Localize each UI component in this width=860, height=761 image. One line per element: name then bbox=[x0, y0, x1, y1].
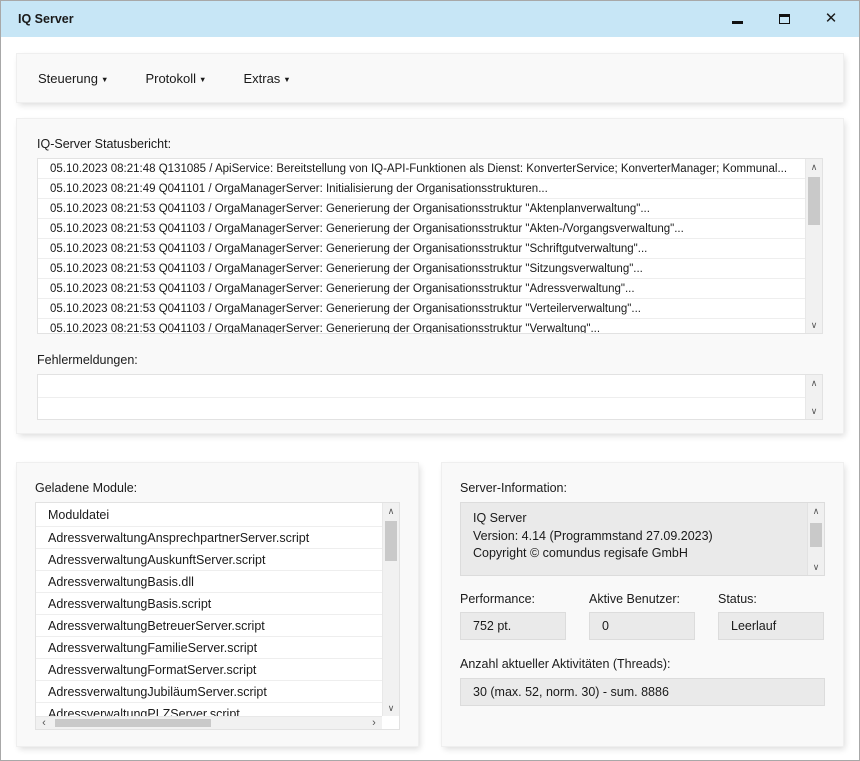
active-users-field: Aktive Benutzer: 0 bbox=[589, 592, 695, 640]
errors-list[interactable]: ∧ ∨ bbox=[37, 374, 823, 420]
status-field: Status: Leerlauf bbox=[718, 592, 824, 640]
scroll-down-icon[interactable]: ∨ bbox=[808, 559, 824, 575]
maximize-icon bbox=[779, 14, 790, 24]
scrollbar-thumb[interactable] bbox=[55, 719, 211, 727]
minimize-icon bbox=[732, 21, 743, 24]
errors-vertical-scrollbar[interactable]: ∧ ∨ bbox=[805, 375, 822, 419]
module-row[interactable]: AdressverwaltungFamilieServer.script bbox=[36, 637, 382, 659]
title-bar[interactable]: IQ Server ✕ bbox=[1, 1, 859, 37]
status-report-panel: IQ-Server Statusbericht: 05.10.2023 08:2… bbox=[17, 119, 843, 433]
errors-label: Fehlermeldungen: bbox=[37, 353, 823, 367]
window-title: IQ Server bbox=[18, 12, 74, 26]
active-users-label: Aktive Benutzer: bbox=[589, 592, 695, 606]
menu-protokoll-label: Protokoll bbox=[145, 71, 196, 86]
status-log-row[interactable]: 05.10.2023 08:21:53 Q041103 / OrgaManage… bbox=[38, 259, 805, 279]
module-row[interactable]: AdressverwaltungBetreuerServer.script bbox=[36, 615, 382, 637]
bottom-section: Geladene Module: Moduldatei Adressverwal… bbox=[17, 463, 843, 746]
threads-value: 30 (max. 52, norm. 30) - sum. 8886 bbox=[460, 678, 825, 706]
modules-list-rows: Moduldatei AdressverwaltungAnsprechpartn… bbox=[36, 503, 399, 718]
server-metrics-row: Performance: 752 pt. Aktive Benutzer: 0 … bbox=[460, 592, 825, 640]
module-row[interactable]: AdressverwaltungJubiläumServer.script bbox=[36, 681, 382, 703]
scrollbar-thumb[interactable] bbox=[808, 177, 820, 225]
close-button[interactable]: ✕ bbox=[824, 12, 838, 26]
close-icon: ✕ bbox=[825, 12, 838, 26]
threads-label: Anzahl aktueller Aktivitäten (Threads): bbox=[460, 657, 825, 671]
active-users-value: 0 bbox=[589, 612, 695, 640]
modules-panel: Geladene Module: Moduldatei Adressverwal… bbox=[17, 463, 418, 746]
performance-field: Performance: 752 pt. bbox=[460, 592, 566, 640]
server-info-line: Version: 4.14 (Programmstand 27.09.2023) bbox=[473, 528, 795, 546]
status-log-row[interactable]: 05.10.2023 08:21:53 Q041103 / OrgaManage… bbox=[38, 239, 805, 259]
module-row[interactable]: AdressverwaltungAnsprechpartnerServer.sc… bbox=[36, 527, 382, 549]
modules-horizontal-scrollbar[interactable]: ‹ › bbox=[36, 716, 382, 729]
scroll-down-icon[interactable]: ∨ bbox=[806, 317, 822, 333]
server-info-box[interactable]: IQ Server Version: 4.14 (Programmstand 2… bbox=[460, 502, 825, 576]
status-log-row[interactable]: 05.10.2023 08:21:53 Q041103 / OrgaManage… bbox=[38, 299, 805, 319]
window-controls: ✕ bbox=[730, 12, 842, 26]
status-log-row[interactable]: 05.10.2023 08:21:48 Q131085 / ApiService… bbox=[38, 159, 805, 179]
status-report-label: IQ-Server Statusbericht: bbox=[37, 137, 823, 151]
scroll-up-icon[interactable]: ∧ bbox=[808, 503, 824, 519]
performance-value: 752 pt. bbox=[460, 612, 566, 640]
maximize-button[interactable] bbox=[777, 12, 791, 26]
chevron-down-icon: ▼ bbox=[283, 73, 290, 84]
module-row[interactable]: AdressverwaltungAuskunftServer.script bbox=[36, 549, 382, 571]
performance-label: Performance: bbox=[460, 592, 566, 606]
modules-list[interactable]: Moduldatei AdressverwaltungAnsprechpartn… bbox=[35, 502, 400, 730]
scrollbar-thumb[interactable] bbox=[385, 521, 397, 561]
status-log-row[interactable]: 05.10.2023 08:21:53 Q041103 / OrgaManage… bbox=[38, 199, 805, 219]
modules-vertical-scrollbar[interactable]: ∧ ∨ bbox=[382, 503, 399, 716]
module-row[interactable]: AdressverwaltungBasis.script bbox=[36, 593, 382, 615]
server-info-panel: Server-Information: IQ Server Version: 4… bbox=[442, 463, 843, 746]
scroll-down-icon[interactable]: ∨ bbox=[806, 403, 822, 419]
module-row[interactable]: AdressverwaltungBasis.dll bbox=[36, 571, 382, 593]
status-vertical-scrollbar[interactable]: ∧ ∨ bbox=[805, 159, 822, 333]
server-info-line: Copyright © comundus regisafe GmbH bbox=[473, 545, 795, 563]
server-info-line: IQ Server bbox=[473, 510, 795, 528]
scroll-down-icon[interactable]: ∨ bbox=[383, 700, 399, 716]
modules-label: Geladene Module: bbox=[35, 481, 400, 495]
scrollbar-thumb[interactable] bbox=[810, 523, 822, 547]
status-label: Status: bbox=[718, 592, 824, 606]
chevron-down-icon: ▼ bbox=[101, 73, 108, 84]
minimize-button[interactable] bbox=[730, 12, 744, 26]
scroll-up-icon[interactable]: ∧ bbox=[806, 159, 822, 175]
error-empty-row bbox=[38, 375, 805, 398]
modules-column-header[interactable]: Moduldatei bbox=[36, 503, 382, 527]
status-log-row[interactable]: 05.10.2023 08:21:49 Q041101 / OrgaManage… bbox=[38, 179, 805, 199]
menu-extras-label: Extras bbox=[243, 71, 280, 86]
info-vertical-scrollbar[interactable]: ∧ ∨ bbox=[807, 503, 824, 575]
status-log-row[interactable]: 05.10.2023 08:21:53 Q041103 / OrgaManage… bbox=[38, 319, 805, 334]
iq-server-window: { "window": { "title": "IQ Server", "ico… bbox=[0, 0, 860, 761]
error-empty-row bbox=[38, 398, 805, 420]
status-log-row[interactable]: 05.10.2023 08:21:53 Q041103 / OrgaManage… bbox=[38, 219, 805, 239]
scroll-left-icon[interactable]: ‹ bbox=[36, 717, 52, 729]
menu-protokoll[interactable]: Protokoll ▼ bbox=[145, 71, 206, 86]
chevron-down-icon: ▼ bbox=[199, 73, 206, 84]
scroll-up-icon[interactable]: ∧ bbox=[806, 375, 822, 391]
status-value: Leerlauf bbox=[718, 612, 824, 640]
scroll-right-icon[interactable]: › bbox=[366, 717, 382, 729]
status-report-list[interactable]: 05.10.2023 08:21:48 Q131085 / ApiService… bbox=[37, 158, 823, 334]
server-info-label: Server-Information: bbox=[460, 481, 825, 495]
scroll-up-icon[interactable]: ∧ bbox=[383, 503, 399, 519]
status-log-row[interactable]: 05.10.2023 08:21:53 Q041103 / OrgaManage… bbox=[38, 279, 805, 299]
menu-bar: Steuerung ▼ Protokoll ▼ Extras ▼ bbox=[17, 54, 843, 102]
menu-steuerung[interactable]: Steuerung ▼ bbox=[38, 71, 108, 86]
menu-extras[interactable]: Extras ▼ bbox=[243, 71, 290, 86]
module-row[interactable]: AdressverwaltungFormatServer.script bbox=[36, 659, 382, 681]
menu-steuerung-label: Steuerung bbox=[38, 71, 98, 86]
